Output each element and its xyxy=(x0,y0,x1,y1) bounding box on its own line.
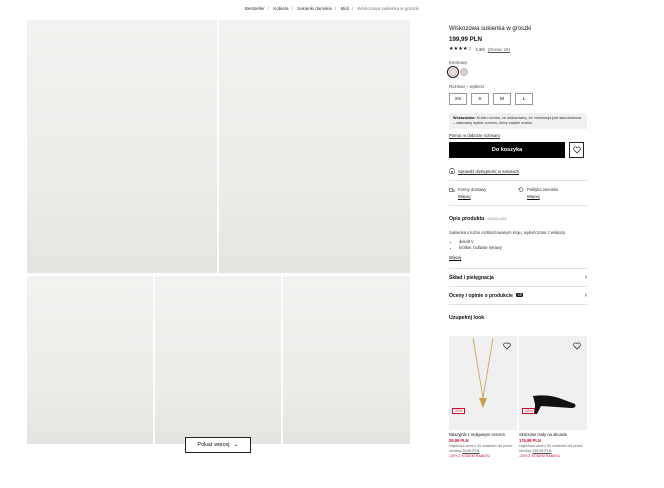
show-more-button[interactable]: Pokaż więcej ⌄ xyxy=(185,437,251,453)
store-availability-link[interactable]: Sprawdź dostępność w salonach xyxy=(458,169,519,174)
accordion-reviews-label: Oceny i opinie o produkcie xyxy=(449,292,513,299)
chevron-right-icon: › xyxy=(584,292,587,300)
size-option-m[interactable]: M xyxy=(493,93,511,105)
breadcrumb-separator: / xyxy=(335,6,337,11)
wishlist-button[interactable] xyxy=(569,142,584,159)
description-text: Sukienka o luźno rozkloszowanym kroju, w… xyxy=(449,230,566,236)
product-price: 199,99 PLN xyxy=(449,36,483,43)
product-photo-front-2[interactable] xyxy=(283,276,410,444)
breadcrumb: Bestseller / Kobieta / Sukienki damskie / M… xyxy=(0,6,664,11)
description-header: Opis produktu 6183Q-00X xyxy=(449,216,587,222)
size-notice-bold: Wskazówka: xyxy=(453,116,476,120)
accordion-reviews[interactable]: Oceny i opinie o produkcie 18 › xyxy=(449,286,587,304)
breadcrumb-separator: / xyxy=(291,6,293,11)
color-label: Kremowy xyxy=(449,60,467,65)
look-card-price: 29,99 PLN xyxy=(449,438,469,443)
product-panel: Wiskozowa sukienka w groszki 199,99 PLN … xyxy=(447,26,587,322)
size-selector: XS S M L xyxy=(449,93,587,105)
product-photo-front[interactable] xyxy=(27,20,217,273)
old-price-value: 239,99 PLN xyxy=(532,448,552,453)
size-guide-link[interactable]: Pomoc w doborze rozmiaru xyxy=(449,133,587,138)
rating-count-link[interactable]: (Ocena: 18) xyxy=(488,47,510,52)
old-price-text: Najniższa cena z 30 ostatnich dni przed … xyxy=(449,444,513,453)
store-icon xyxy=(449,168,455,174)
breadcrumb-item[interactable]: Sukienki damskie xyxy=(297,6,332,11)
delivery-info: Formy dostawy Więcej Polityka zwrotów Wi… xyxy=(449,187,587,199)
heart-icon xyxy=(572,146,581,154)
shipping-more-link[interactable]: Więcej xyxy=(458,194,486,199)
description-heading: Opis produktu xyxy=(449,216,485,223)
look-card-old-price: Najniższa cena z 30 ostatnich dni przed … xyxy=(519,444,587,453)
color-swatch-pink[interactable] xyxy=(460,68,468,76)
product-code: 6183Q-00X xyxy=(487,217,507,222)
look-card-price: 179,99 PLN xyxy=(519,438,541,443)
product-title: Wiskozowa sukienka w groszki xyxy=(449,26,532,32)
heart-icon[interactable] xyxy=(573,342,581,350)
returns-more-link[interactable]: Więcej xyxy=(527,194,558,199)
truck-icon xyxy=(449,188,455,192)
breadcrumb-item[interactable]: Midi xyxy=(341,6,349,11)
returns-title: Polityka zwrotów xyxy=(527,187,559,193)
look-card-name[interactable]: Skórzane muły na obcasie xyxy=(519,432,587,437)
description-more-link[interactable]: Więcej xyxy=(449,255,587,260)
look-card-name[interactable]: Naszyjnik z mołgowym sercem xyxy=(449,432,517,437)
heart-icon[interactable] xyxy=(503,342,511,350)
chevron-down-icon: ⌄ xyxy=(233,442,239,448)
breadcrumb-separator: / xyxy=(267,6,269,11)
add-to-cart-button[interactable]: Do koszyka xyxy=(449,142,565,159)
size-option-xs[interactable]: XS xyxy=(449,93,467,105)
look-card-mules[interactable]: -25% Skórzane muły na obcasie 179,99 PLN… xyxy=(519,336,587,458)
color-swatch-cream[interactable] xyxy=(447,66,459,78)
mules-image xyxy=(533,395,576,414)
chevron-right-icon: › xyxy=(584,274,587,282)
reviews-count-badge: 18 xyxy=(516,293,524,298)
size-label: Rozmiar – wybierz xyxy=(449,84,485,89)
discount-badge: -25% xyxy=(522,408,535,414)
old-price-value: 39,99 PLN xyxy=(462,448,480,453)
shipping-info: Formy dostawy Więcej xyxy=(449,187,518,199)
look-card-image[interactable]: -25% xyxy=(449,336,517,430)
complete-look-heading: Uzupełnij look xyxy=(449,315,485,322)
look-card-old-price: Najniższa cena z 30 ostatnich dni przed … xyxy=(449,444,517,453)
color-swatches xyxy=(447,66,587,78)
store-availability[interactable]: Sprawdź dostępność w salonach xyxy=(449,168,587,174)
rating-value: 4,3/5 xyxy=(475,46,485,52)
breadcrumb-item[interactable]: Bestseller xyxy=(245,6,265,11)
rating-row[interactable]: ★★★★☆ 4,3/5 (Ocena: 18) xyxy=(449,46,587,52)
product-photo-back[interactable] xyxy=(155,276,281,444)
product-photo-closeup[interactable] xyxy=(219,20,410,273)
returns-info: Polityka zwrotów Więcej xyxy=(518,187,587,199)
look-card-necklace[interactable]: -25% Naszyjnik z mołgowym sercem 29,99 P… xyxy=(449,336,517,458)
breadcrumb-item[interactable]: Kobieta xyxy=(273,6,288,11)
show-more-label: Pokaż więcej xyxy=(197,442,230,448)
description-bullets: dekolt V krótkie, bufiaste rękawy xyxy=(449,239,587,251)
breadcrumb-separator: / xyxy=(351,6,354,11)
size-option-s[interactable]: S xyxy=(471,93,489,105)
size-notice: Wskazówka: Krótki rozmiar, ze wskazówką,… xyxy=(449,113,587,130)
description-bullet: krótkie, bufiaste rękawy xyxy=(459,245,587,251)
look-card-image[interactable]: -25% xyxy=(519,336,587,430)
discount-badge: -25% xyxy=(452,408,465,414)
cart-row: Do koszyka xyxy=(449,142,587,159)
complete-look-list: -25% Naszyjnik z mołgowym sercem 29,99 P… xyxy=(449,336,587,458)
accordion-composition[interactable]: Skład i pielęgnacja › xyxy=(449,268,587,286)
size-option-l[interactable]: L xyxy=(515,93,533,105)
necklace-image xyxy=(472,337,494,408)
breadcrumb-current: Wiskozowa sukienka w groszki xyxy=(357,6,420,11)
shipping-title: Formy dostawy xyxy=(458,187,487,193)
return-icon xyxy=(518,187,524,193)
accordion-composition-label: Skład i pielęgnacja xyxy=(449,274,494,281)
product-photo-back-detail[interactable] xyxy=(27,276,153,444)
look-card-promo: -25% Z KODEM RABATU xyxy=(519,454,561,459)
look-card-promo: -25% Z KODEM RABATU xyxy=(449,454,491,459)
rating-stars: ★★★★☆ xyxy=(449,46,473,52)
